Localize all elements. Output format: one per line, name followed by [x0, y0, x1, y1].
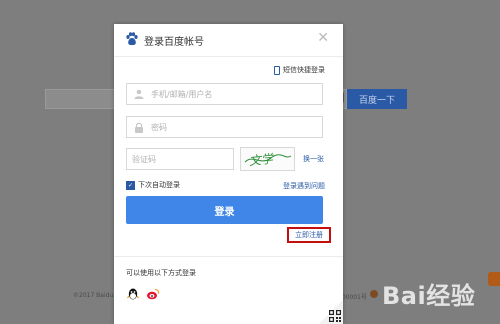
sms-login-label: 短信快捷登录 — [283, 66, 325, 74]
register-link[interactable]: 立即注册 — [287, 227, 331, 243]
user-icon — [132, 89, 146, 99]
captcha-image[interactable]: 文学 — [240, 147, 295, 171]
login-dialog: 登录百度帐号 ✕ 短信快捷登录 手机/邮箱/用户名 密码 验证码 文学 换一张 … — [114, 24, 343, 324]
background-search-button: 百度一下 — [347, 89, 407, 109]
remember-me-label: 下次自动登录 — [138, 181, 180, 189]
qr-code-icon — [329, 310, 341, 322]
checkbox-checked-icon: ✓ — [126, 180, 135, 190]
qr-login-corner[interactable] — [319, 300, 343, 324]
lock-icon — [132, 122, 146, 133]
captcha-input[interactable]: 验证码 — [126, 148, 234, 170]
refresh-captcha-link[interactable]: 换一张 — [303, 154, 324, 164]
remember-me-checkbox[interactable]: ✓ 下次自动登录 — [126, 180, 180, 190]
close-icon[interactable]: ✕ — [317, 30, 329, 46]
username-input[interactable]: 手机/邮箱/用户名 — [126, 83, 323, 105]
alternative-login-label: 可以使用以下方式登录 — [126, 269, 196, 277]
captcha-text: 文学 — [248, 152, 275, 169]
phone-icon — [274, 65, 280, 75]
baidu-paw-icon — [126, 32, 138, 46]
side-tab — [488, 272, 500, 286]
watermark-logo: Bai经验 — [382, 282, 476, 310]
captcha-placeholder: 验证码 — [132, 154, 156, 164]
dialog-title: 登录百度帐号 — [144, 37, 204, 48]
password-input[interactable]: 密码 — [126, 116, 323, 138]
sms-login-link[interactable]: 短信快捷登录 — [274, 65, 325, 75]
login-button[interactable]: 登录 — [126, 196, 323, 224]
username-placeholder: 手机/邮箱/用户名 — [151, 89, 213, 99]
dialog-header: 登录百度帐号 ✕ — [114, 24, 343, 57]
icp-badge-icon — [370, 290, 378, 298]
weibo-icon[interactable] — [146, 287, 160, 301]
qq-icon[interactable] — [126, 287, 140, 301]
copyright-text: ©2017 Baidu — [73, 292, 114, 299]
divider — [114, 256, 343, 257]
login-trouble-link[interactable]: 登录遇到问题 — [283, 181, 325, 191]
password-placeholder: 密码 — [151, 122, 167, 132]
